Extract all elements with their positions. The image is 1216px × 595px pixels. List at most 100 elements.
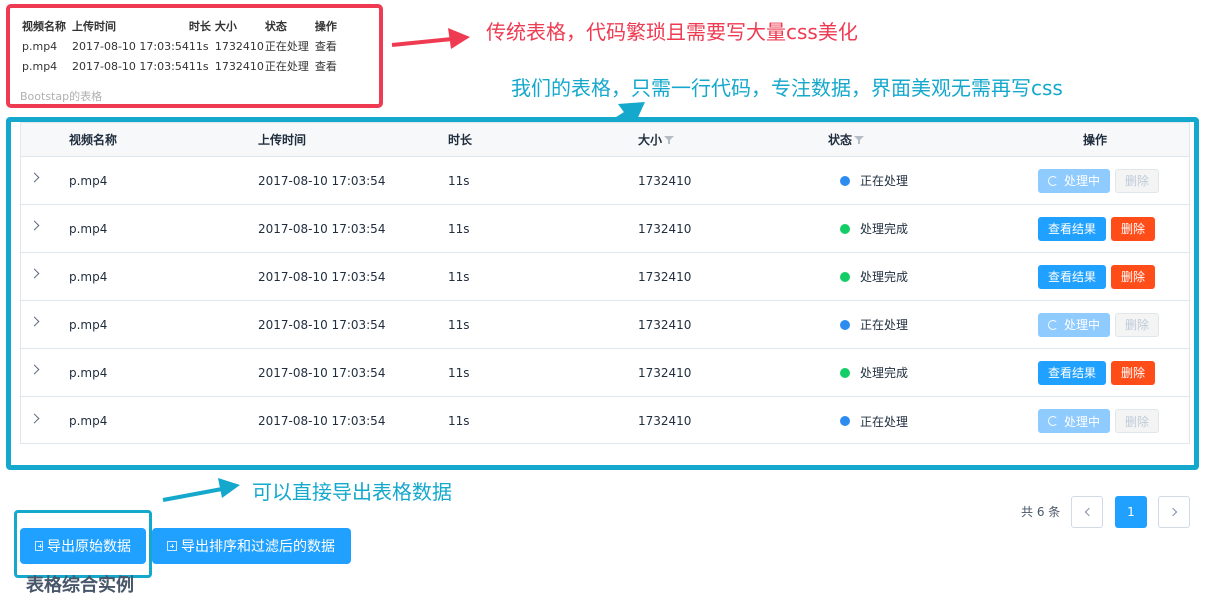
cell-name: p.mp4 <box>69 414 108 428</box>
view-result-button[interactable]: 查看结果 <box>1038 264 1107 289</box>
view-result-button[interactable]: 查看结果 <box>1038 360 1107 385</box>
table-row: p.mp4 2017-08-10 17:03:54 11s 1732410 处理完成 查看… <box>21 205 1189 253</box>
table-row: p.mp4 2017-08-10 17:03:54 11s 1732410 正在处理 处理… <box>21 397 1189 445</box>
processing-button[interactable]: 处理中 <box>1038 168 1111 193</box>
status-text: 正在处理 <box>860 174 909 188</box>
delete-button[interactable]: 删除 <box>1111 264 1156 289</box>
cell-size: 1732410 <box>638 221 692 236</box>
th-duration: 时长 <box>448 133 473 147</box>
th-status: 状态 <box>828 123 865 156</box>
cell-time: 2017-08-10 17:03:54 <box>258 365 386 380</box>
prev-page-button[interactable] <box>1071 496 1103 528</box>
status-dot <box>840 175 850 186</box>
red-arrow <box>391 28 470 49</box>
export-filtered-button[interactable]: 导出排序和过滤后的数据 <box>152 528 351 564</box>
cell-name: p.mp4 <box>69 221 108 236</box>
cell-status: 处理完成 <box>840 349 908 396</box>
processing-button[interactable]: 处理中 <box>1038 409 1111 433</box>
page-number-current[interactable]: 1 <box>1115 496 1147 528</box>
cell-status: 正在处理 <box>840 157 908 204</box>
expand-row-button[interactable] <box>29 349 51 396</box>
th-name: 视频名称 <box>69 133 118 147</box>
delete-button[interactable]: 删除 <box>1111 216 1156 241</box>
processing-button[interactable]: 处理中 <box>1038 312 1111 337</box>
cell-time: 2017-08-10 17:03:54 <box>258 269 386 284</box>
cell-name: p.mp4 <box>69 365 108 380</box>
loading-icon <box>1048 175 1058 186</box>
cell-duration: 11s <box>448 173 470 188</box>
cell-ops: 查看结果 删除 <box>1038 349 1160 396</box>
plus-square-icon <box>167 541 177 551</box>
cell-time: 2017-08-10 17:03:54 <box>258 317 386 332</box>
expand-row-button[interactable] <box>29 157 51 204</box>
cell-duration: 11s <box>448 365 470 380</box>
chevron-left-icon <box>1084 507 1093 517</box>
chevron-right-icon <box>29 364 40 375</box>
status-dot <box>840 271 850 282</box>
loading-icon <box>1048 416 1058 426</box>
table-row: p.mp4 2017-08-10 17:03:54 11s 1732410 处理完成 查看… <box>21 349 1189 397</box>
cell-ops: 处理中 删除 <box>1038 157 1164 204</box>
section-title: 表格综合实例 <box>26 575 134 595</box>
table-row: p.mp4 2017-08-10 17:03:54 11s 1732410 正在处理 处理… <box>21 157 1189 205</box>
cell-name: p.mp4 <box>69 317 108 332</box>
expand-row-button[interactable] <box>29 205 51 252</box>
status-dot <box>840 367 850 378</box>
cell-name: p.mp4 <box>69 173 108 188</box>
status-dot <box>840 319 850 330</box>
delete-button-disabled: 删除 <box>1115 409 1160 433</box>
cell-status: 正在处理 <box>840 397 908 445</box>
cell-duration: 11s <box>448 269 470 284</box>
status-text: 处理完成 <box>860 222 909 236</box>
chevron-right-icon <box>29 316 40 327</box>
cell-ops: 查看结果 删除 <box>1038 253 1160 300</box>
th-status-label: 状态 <box>828 133 853 147</box>
next-page-button[interactable] <box>1158 496 1190 528</box>
expand-row-button[interactable] <box>29 301 51 348</box>
filter-icon[interactable] <box>664 135 675 145</box>
cell-name: p.mp4 <box>69 269 108 284</box>
pagination-total: 共 6 条 <box>1021 505 1061 519</box>
cell-ops: 处理中 删除 <box>1038 301 1164 348</box>
cell-time: 2017-08-10 17:03:54 <box>258 173 386 188</box>
loading-icon <box>1048 319 1058 330</box>
cell-duration: 11s <box>448 317 470 332</box>
chevron-right-icon <box>29 268 40 279</box>
cell-size: 1732410 <box>638 173 692 188</box>
table-row: p.mp4 2017-08-10 17:03:54 11s 1732410 正在处理 处理… <box>21 301 1189 349</box>
chevron-right-icon <box>29 220 40 231</box>
delete-button[interactable]: 删除 <box>1111 360 1156 385</box>
filter-icon[interactable] <box>854 135 865 145</box>
cell-size: 1732410 <box>638 414 692 428</box>
view-result-button[interactable]: 查看结果 <box>1038 216 1107 241</box>
export-raw-button[interactable]: 导出原始数据 <box>20 528 146 564</box>
cell-ops: 查看结果 删除 <box>1038 205 1160 252</box>
processing-label: 处理中 <box>1064 414 1101 429</box>
processing-label: 处理中 <box>1064 318 1101 332</box>
cell-status: 正在处理 <box>840 301 908 348</box>
cell-size: 1732410 <box>638 269 692 284</box>
cell-duration: 11s <box>448 414 470 428</box>
chevron-right-icon <box>1168 507 1177 517</box>
chevron-right-icon <box>29 172 40 183</box>
cell-time: 2017-08-10 17:03:54 <box>258 221 386 236</box>
table-header: 视频名称 上传时间 时长 大小 状态 操作 <box>21 123 1189 157</box>
th-time: 上传时间 <box>258 133 307 147</box>
delete-button-disabled: 删除 <box>1115 312 1160 337</box>
cell-size: 1732410 <box>638 365 692 380</box>
expand-row-button[interactable] <box>29 253 51 300</box>
expand-row-button[interactable] <box>29 397 51 445</box>
processing-label: 处理中 <box>1064 174 1101 188</box>
status-dot <box>840 223 850 234</box>
th-size: 大小 <box>638 123 675 156</box>
cell-size: 1732410 <box>638 317 692 332</box>
cell-time: 2017-08-10 17:03:54 <box>258 414 386 428</box>
plus-square-icon <box>35 541 43 551</box>
cell-duration: 11s <box>448 221 470 236</box>
status-text: 处理完成 <box>860 366 909 380</box>
status-text: 正在处理 <box>860 414 909 429</box>
status-text: 处理完成 <box>860 270 909 284</box>
status-text: 正在处理 <box>860 318 909 332</box>
th-ops: 操作 <box>1083 133 1108 147</box>
table-row: p.mp4 2017-08-10 17:03:54 11s 1732410 处理完成 查看… <box>21 253 1189 301</box>
